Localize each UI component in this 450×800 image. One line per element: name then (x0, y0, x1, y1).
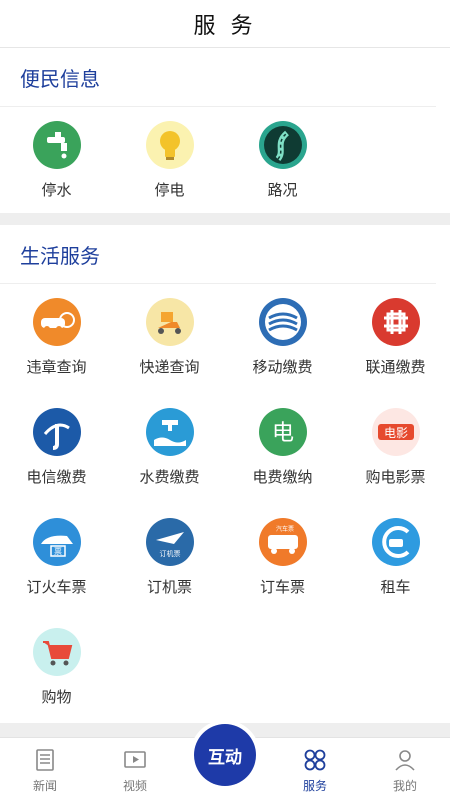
section-divider (0, 213, 450, 225)
service-item-label: 电费缴纳 (252, 468, 313, 486)
service-item-label: 购物 (41, 688, 72, 706)
service-item-label: 快递查询 (139, 358, 200, 376)
service-item-label: 停水 (41, 181, 72, 199)
svg-text:电: 电 (271, 421, 293, 446)
page-title: 服 务 (193, 13, 257, 39)
svg-text:订机票: 订机票 (159, 549, 180, 558)
tab-news[interactable]: 新闻 (0, 738, 90, 800)
china-mobile-icon (258, 298, 307, 346)
service-item-label: 购电影票 (365, 468, 426, 486)
electricity-bill-icon: 电 (258, 408, 307, 456)
movie-ticket-icon: 电影 (371, 408, 420, 456)
china-unicom-icon (371, 298, 420, 346)
life-services-section: 生活服务 违章查询 快递查询 移动缴费 联通缴费 电信缴费 水费缴费 电 电费缴… (0, 225, 450, 724)
svg-text:电影: 电影 (383, 426, 407, 440)
service-item-express-query[interactable]: 快递查询 (113, 284, 226, 394)
bus-ticket-icon: 汽车票 (258, 518, 307, 566)
convenience-info-section: 便民信息 停水 停电 路况 (0, 48, 450, 213)
service-item-label: 电信缴费 (26, 468, 87, 486)
service-item-label: 路况 (267, 181, 298, 199)
water-bill-icon (145, 408, 194, 456)
section-title-convenience-info: 便民信息 (0, 48, 436, 107)
services-grid-icon (304, 749, 326, 771)
svg-text:票: 票 (54, 547, 62, 556)
train-ticket-icon: 票 (32, 518, 81, 566)
tab-profile[interactable]: 我的 (360, 738, 450, 800)
service-item-train-ticket[interactable]: 票 订火车票 (0, 504, 113, 614)
bottom-tab-bar: 新闻 视频 服务 我的 互动 (0, 724, 450, 800)
profile-icon (395, 750, 415, 771)
tab-label: 我的 (392, 779, 417, 793)
service-item-unicom-payment[interactable]: 联通缴费 (339, 284, 450, 394)
service-item-water-outage[interactable]: 停水 (0, 107, 113, 213)
page-header: 服 务 (0, 0, 450, 48)
service-item-electricity-bill[interactable]: 电 电费缴纳 (226, 394, 339, 504)
service-item-mobile-payment[interactable]: 移动缴费 (226, 284, 339, 394)
car-rental-icon (371, 518, 420, 566)
tab-services[interactable]: 服务 (270, 738, 360, 800)
service-item-label: 联通缴费 (365, 358, 426, 376)
news-icon (36, 749, 54, 771)
tab-label: 新闻 (32, 779, 57, 793)
service-item-power-outage[interactable]: 停电 (113, 107, 226, 213)
service-item-label: 租车 (380, 578, 411, 596)
road-icon (258, 121, 307, 169)
car-violation-icon (32, 298, 81, 346)
service-item-shopping[interactable]: 购物 (0, 614, 113, 724)
service-item-label: 移动缴费 (252, 358, 313, 376)
scooter-delivery-icon (145, 298, 194, 346)
plane-ticket-icon: 订机票 (145, 518, 194, 566)
service-item-label: 水费缴费 (139, 468, 200, 486)
service-item-label: 停电 (154, 181, 185, 199)
service-item-label: 订机票 (146, 578, 192, 596)
china-telecom-icon (32, 408, 81, 456)
tab-label: 服务 (302, 779, 327, 793)
service-item-car-rental[interactable]: 租车 (339, 504, 450, 614)
interact-button[interactable]: 互动 (194, 724, 256, 786)
service-item-movie-ticket[interactable]: 电影 购电影票 (339, 394, 450, 504)
shopping-cart-icon (32, 628, 81, 676)
service-item-water-bill[interactable]: 水费缴费 (113, 394, 226, 504)
service-item-traffic[interactable]: 路况 (226, 107, 339, 213)
service-item-violation-query[interactable]: 违章查询 (0, 284, 113, 394)
tab-label: 视频 (122, 779, 147, 793)
service-item-telecom-payment[interactable]: 电信缴费 (0, 394, 113, 504)
svg-text:汽车票: 汽车票 (275, 525, 293, 533)
service-item-label: 订火车票 (26, 578, 87, 596)
service-item-label: 违章查询 (26, 358, 87, 376)
lightbulb-icon (145, 121, 194, 169)
water-tap-icon (32, 121, 81, 169)
service-item-flight-ticket[interactable]: 订机票 订机票 (113, 504, 226, 614)
service-item-bus-ticket[interactable]: 汽车票 订车票 (226, 504, 339, 614)
service-item-label: 订车票 (259, 578, 305, 596)
video-icon (124, 751, 146, 768)
section-title-life-services: 生活服务 (0, 225, 436, 284)
tab-video[interactable]: 视频 (90, 738, 180, 800)
